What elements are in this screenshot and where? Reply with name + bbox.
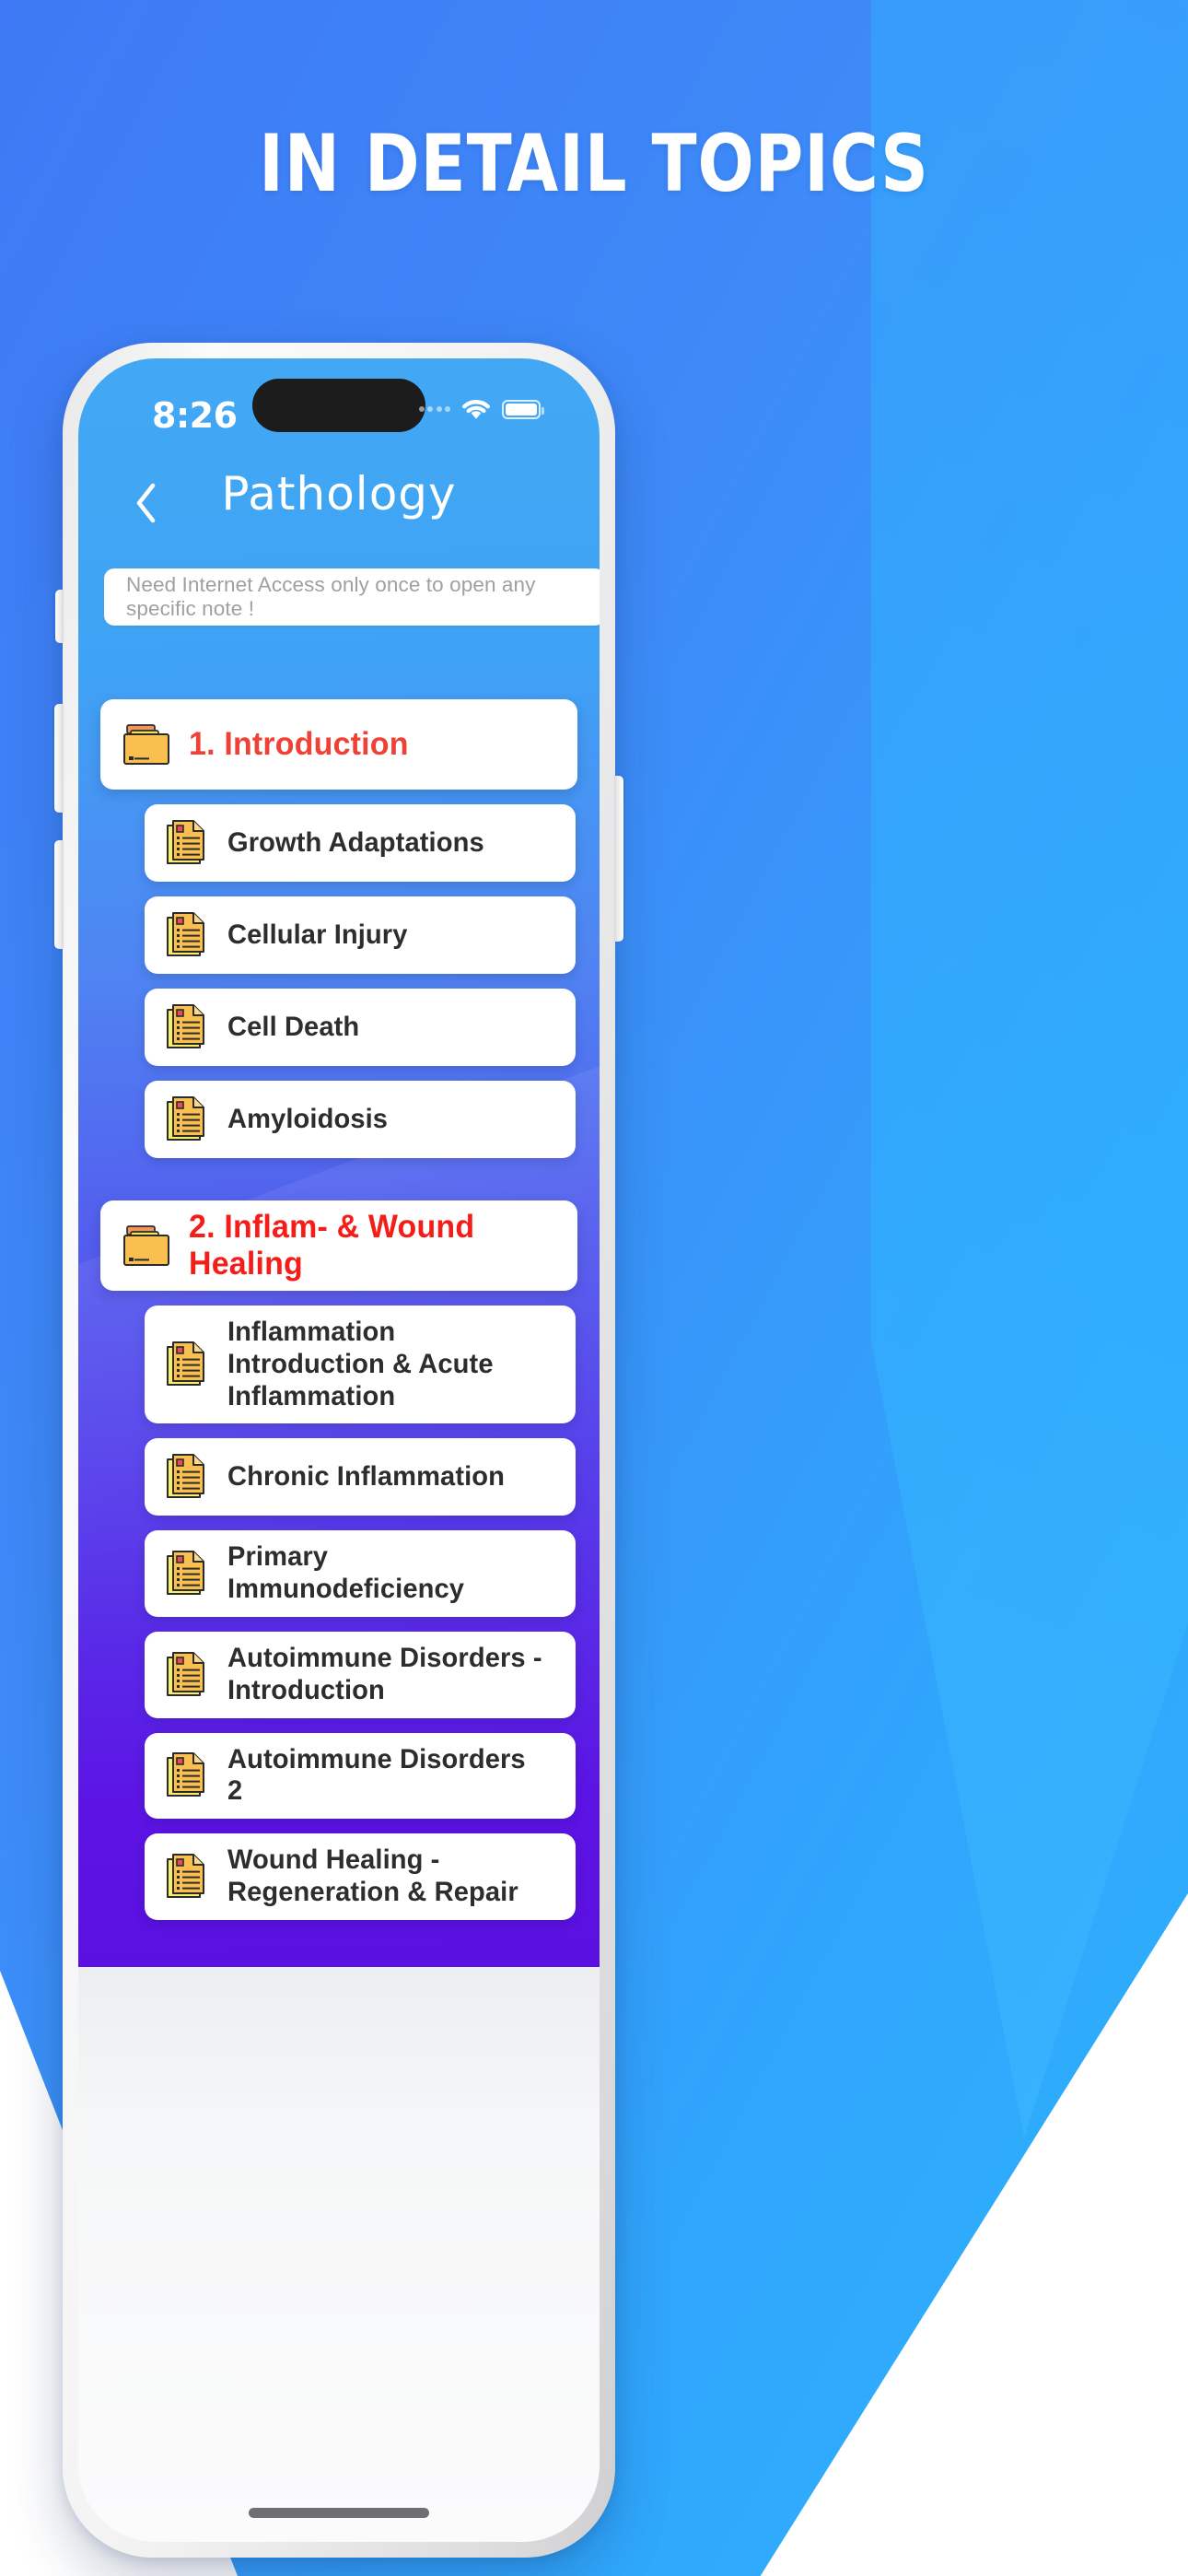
note-icon <box>165 1095 207 1144</box>
status-bar-indicators <box>418 397 544 421</box>
note-icon <box>165 1650 207 1700</box>
note-title: Growth Adaptations <box>227 826 484 858</box>
note-icon <box>165 1452 207 1502</box>
info-banner[interactable]: Need Internet Access only once to open a… <box>104 568 600 626</box>
note-card[interactable]: Amyloidosis <box>145 1081 576 1158</box>
wifi-icon <box>460 397 492 421</box>
topics-list[interactable]: 1. Introduction Growth Adaptations Cellu… <box>78 651 600 2542</box>
volume-down-button[interactable] <box>54 840 64 949</box>
folder-title: 2. Inflam- & Wound Healing <box>189 1209 475 1282</box>
info-banner-text: Need Internet Access only once to open a… <box>126 573 536 620</box>
dynamic-island <box>252 379 425 432</box>
note-card[interactable]: Inflammation Introduction & Acute Inflam… <box>145 1306 576 1424</box>
note-card[interactable]: Autoimmune Disorders - Introduction <box>145 1631 576 1718</box>
note-icon <box>165 1002 207 1052</box>
volume-up-button[interactable] <box>54 704 64 813</box>
page-title: Pathology <box>221 467 457 521</box>
note-title: Cell Death <box>227 1011 360 1042</box>
note-title: Primary Immunodeficiency <box>227 1541 465 1605</box>
signal-dots-icon <box>418 406 450 412</box>
silent-switch-button[interactable] <box>55 590 64 643</box>
navigation-bar: Pathology <box>78 462 600 550</box>
note-title: Autoimmune Disorders 2 <box>227 1743 526 1807</box>
promo-headline: IN DETAIL TOPICS <box>259 118 929 210</box>
folder-title: 1. Introduction <box>189 726 409 762</box>
note-icon <box>165 1852 207 1902</box>
note-card[interactable]: Chronic Inflammation <box>145 1438 576 1516</box>
note-icon <box>165 910 207 960</box>
note-card[interactable]: Cell Death <box>145 989 576 1066</box>
note-title: Cellular Injury <box>227 919 408 950</box>
folder-card[interactable]: 2. Inflam- & Wound Healing <box>100 1200 577 1291</box>
folder-icon <box>122 1221 172 1270</box>
note-card[interactable]: Growth Adaptations <box>145 804 576 882</box>
status-bar: 8:26 <box>78 358 600 462</box>
folder-icon <box>122 720 172 769</box>
note-title: Chronic Inflammation <box>227 1460 506 1492</box>
phone-screen-frame: 8:26 Pathology Need Internet Access only… <box>78 358 600 2542</box>
note-icon <box>165 1751 207 1800</box>
note-icon <box>165 1340 207 1389</box>
note-card[interactable]: Wound Healing - Regeneration & Repair <box>145 1833 576 1920</box>
note-title: Autoimmune Disorders - Introduction <box>227 1642 542 1705</box>
power-button[interactable] <box>614 776 623 942</box>
note-card[interactable]: Cellular Injury <box>145 896 576 974</box>
phone-mockup: 8:26 Pathology Need Internet Access only… <box>54 343 623 2558</box>
folder-card[interactable]: 1. Introduction <box>100 699 577 790</box>
app-screen: 8:26 Pathology Need Internet Access only… <box>78 358 600 2542</box>
home-indicator[interactable] <box>249 2508 429 2518</box>
note-icon <box>165 818 207 868</box>
status-bar-time: 8:26 <box>152 395 238 436</box>
note-title: Inflammation Introduction & Acute Inflam… <box>227 1317 494 1411</box>
note-title: Wound Healing - Regeneration & Repair <box>227 1844 518 1907</box>
note-icon <box>165 1549 207 1598</box>
promo-screenshot: IN DETAIL TOPICS 8:26 Pathology Need Int… <box>0 0 1188 2576</box>
note-card[interactable]: Primary Immunodeficiency <box>145 1530 576 1617</box>
battery-icon <box>502 399 544 419</box>
note-card[interactable]: Autoimmune Disorders 2 <box>145 1732 576 1820</box>
note-title: Amyloidosis <box>227 1103 389 1134</box>
